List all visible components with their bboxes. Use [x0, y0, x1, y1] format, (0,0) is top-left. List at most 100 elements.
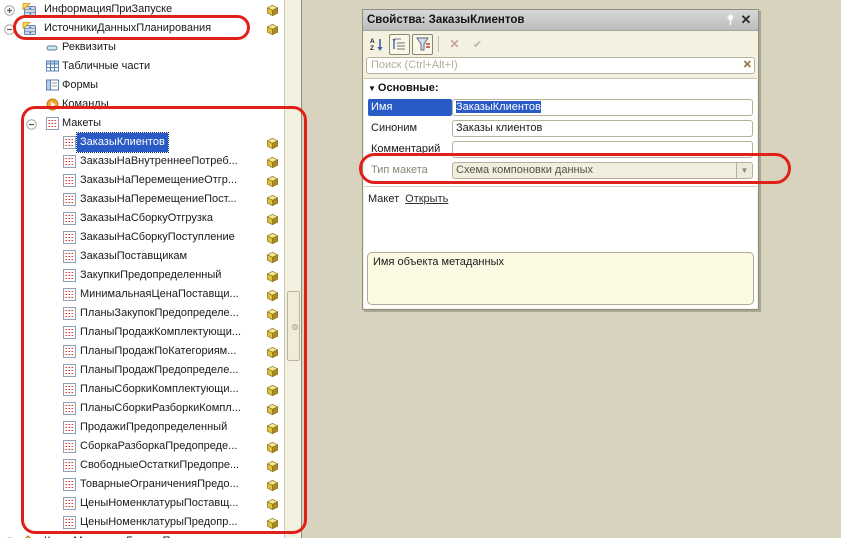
- tree-item-label[interactable]: ПланыПродажКомплектующи...: [77, 323, 244, 342]
- sort-alphabetical-button[interactable]: A Z: [366, 34, 387, 55]
- tree-row[interactable]: ЗаказыНаСборкуОтгрузка: [0, 209, 284, 228]
- tree-item-label[interactable]: ИсточникиДанныхПланирования: [41, 19, 214, 38]
- object-cube-icon: [267, 403, 278, 414]
- tree-item-label[interactable]: МинимальнаяЦенаПоставщи...: [77, 285, 242, 304]
- tree-item-label[interactable]: ПланыСборкиКомплектующи...: [77, 380, 242, 399]
- tree-item-label[interactable]: Макеты: [59, 114, 104, 133]
- cancel-edit-icon[interactable]: ✕: [444, 34, 465, 55]
- tree-item-label[interactable]: ПланыЗакупокПредопределе...: [77, 304, 242, 323]
- tree-row[interactable]: ЗаказыНаВнутреннееПотреб...: [0, 152, 284, 171]
- synonym-field[interactable]: Заказы клиентов: [452, 120, 753, 137]
- collapse-icon[interactable]: [26, 118, 37, 129]
- tree-item-label[interactable]: ПланыПродажПоКатегориям...: [77, 342, 239, 361]
- tree-row[interactable]: ПланыЗакупокПредопределе...: [0, 304, 284, 323]
- tree-item-label[interactable]: ПланыПродажПредопределе...: [77, 361, 241, 380]
- tree-row[interactable]: ЗаказыКлиентов: [0, 133, 284, 152]
- tree-row[interactable]: ЦеныНоменклатурыПредопр...: [0, 513, 284, 532]
- tree-row[interactable]: СвободныеОстаткиПредопре...: [0, 456, 284, 475]
- group-by-category-button[interactable]: [389, 34, 410, 55]
- object-cube-icon: [267, 4, 278, 15]
- tree-row[interactable]: МинимальнаяЦенаПоставщи...: [0, 285, 284, 304]
- pin-icon[interactable]: [722, 12, 738, 28]
- close-icon[interactable]: ✕: [738, 12, 754, 28]
- tree-row[interactable]: Команды: [0, 95, 284, 114]
- tree-row[interactable]: ЗаказыНаПеремещениеОтгр...: [0, 171, 284, 190]
- tree-item-label[interactable]: ЦеныНоменклатурыПредопр...: [77, 513, 241, 532]
- template-type-value: Схема компоновки данных: [456, 164, 593, 176]
- comment-field[interactable]: [452, 141, 753, 158]
- separator-line: [364, 186, 757, 187]
- tree-row[interactable]: ИсточникиДанныхПланирования: [0, 19, 284, 38]
- object-cube-icon: [267, 270, 278, 281]
- tree-row[interactable]: Реквизиты: [0, 38, 284, 57]
- synonym-label[interactable]: Синоним: [368, 120, 452, 137]
- properties-toolbar: A Z ✕ ✔: [363, 31, 758, 57]
- tree-item-label[interactable]: ТоварныеОграниченияПредо...: [77, 475, 242, 494]
- tree-row[interactable]: ЗаказыПоставщикам: [0, 247, 284, 266]
- section-header-label: Основные:: [378, 82, 439, 94]
- object-cube-icon: [267, 156, 278, 167]
- property-row-template-type: Тип макета Схема компоновки данных ▼: [368, 161, 753, 180]
- tree-item-label[interactable]: Формы: [59, 76, 101, 95]
- object-cube-icon: [267, 441, 278, 452]
- tree-row[interactable]: ЦеныНоменклатурыПоставщ...: [0, 494, 284, 513]
- info-register-icon: [22, 22, 37, 36]
- tree-item-label[interactable]: ИнформацияПриЗапуске: [41, 0, 175, 19]
- tree-row[interactable]: Формы: [0, 76, 284, 95]
- open-template-link[interactable]: Открыть: [405, 193, 448, 205]
- property-row-synonym: Синоним Заказы клиентов: [368, 119, 753, 138]
- template-icon: [63, 440, 78, 454]
- tree-row[interactable]: ПланыПродажПредопределе...: [0, 361, 284, 380]
- template-icon: [63, 231, 78, 245]
- tree-item-label[interactable]: КартаМаршрутаБизнесПроцесса: [41, 532, 215, 538]
- expand-icon[interactable]: [4, 4, 15, 15]
- search-placeholder: Поиск (Ctrl+Alt+I): [371, 59, 458, 71]
- tree-row[interactable]: СборкаРазборкаПредопреде...: [0, 437, 284, 456]
- tree-row[interactable]: ПланыПродажПоКатегориям...: [0, 342, 284, 361]
- tree-item-label[interactable]: Реквизиты: [59, 38, 119, 57]
- tree-item-label[interactable]: ЗаказыКлиентов: [77, 133, 168, 152]
- tree-row[interactable]: ЗаказыНаСборкуПоступление: [0, 228, 284, 247]
- tree-item-label[interactable]: ЦеныНоменклатурыПоставщ...: [77, 494, 241, 513]
- tree-row[interactable]: ЗаказыНаПеремещениеПост...: [0, 190, 284, 209]
- tree-row[interactable]: ПродажиПредопределенный: [0, 418, 284, 437]
- tree-row[interactable]: ТоварныеОграниченияПредо...: [0, 475, 284, 494]
- tree-row[interactable]: ПланыСборкиРазборкиКомпл...: [0, 399, 284, 418]
- tree-item-label[interactable]: Табличные части: [59, 57, 153, 76]
- tree-item-label[interactable]: ПродажиПредопределенный: [77, 418, 230, 437]
- tree-row[interactable]: ИнформацияПриЗапуске: [0, 0, 284, 19]
- collapse-icon[interactable]: [4, 23, 15, 34]
- apply-edit-icon[interactable]: ✔: [467, 34, 488, 55]
- tree-item-label[interactable]: ЗаказыНаПеремещениеПост...: [77, 190, 240, 209]
- object-cube-icon: [267, 517, 278, 528]
- tree-item-label[interactable]: СвободныеОстаткиПредопре...: [77, 456, 242, 475]
- object-cube-icon: [267, 365, 278, 376]
- tree-row[interactable]: ПланыСборкиКомплектующи...: [0, 380, 284, 399]
- tree-row[interactable]: Табличные части: [0, 57, 284, 76]
- tree-row[interactable]: Макеты: [0, 114, 284, 133]
- tree-scrollbar-thumb[interactable]: [287, 291, 300, 361]
- tree-item-label[interactable]: СборкаРазборкаПредопреде...: [77, 437, 240, 456]
- tree-row[interactable]: ПланыПродажКомплектующи...: [0, 323, 284, 342]
- metadata-tree-pane: ИнформацияПриЗапускеИсточникиДанныхПлани…: [0, 0, 302, 538]
- tree-item-label[interactable]: ЗакупкиПредопределенный: [77, 266, 224, 285]
- tree-item-label[interactable]: ЗаказыНаПеремещениеОтгр...: [77, 171, 240, 190]
- search-input[interactable]: Поиск (Ctrl+Alt+I) ✕: [366, 57, 755, 74]
- tree-row[interactable]: ЗакупкиПредопределенный: [0, 266, 284, 285]
- name-label[interactable]: Имя: [368, 99, 452, 116]
- filter-important-button[interactable]: [412, 34, 433, 55]
- tree-item-label[interactable]: Команды: [59, 95, 112, 114]
- collapse-triangle-icon[interactable]: ▼: [368, 84, 376, 93]
- tree-item-label[interactable]: ПланыСборкиРазборкиКомпл...: [77, 399, 244, 418]
- tree-item-label[interactable]: ЗаказыНаСборкуОтгрузка: [77, 209, 216, 228]
- comment-label[interactable]: Комментарий: [368, 141, 452, 158]
- tree-scrollbar[interactable]: [284, 0, 301, 538]
- tree-row[interactable]: КартаМаршрутаБизнесПроцесса: [0, 532, 284, 538]
- tree-item-label[interactable]: ЗаказыПоставщикам: [77, 247, 190, 266]
- tree-item-label[interactable]: ЗаказыНаСборкуПоступление: [77, 228, 238, 247]
- name-field[interactable]: ЗаказыКлиентов: [452, 99, 753, 116]
- tree-item-label[interactable]: ЗаказыНаВнутреннееПотреб...: [77, 152, 241, 171]
- template-icon: [63, 288, 78, 302]
- search-clear-icon[interactable]: ✕: [743, 58, 752, 71]
- section-header-main[interactable]: ▼Основные:: [364, 79, 757, 96]
